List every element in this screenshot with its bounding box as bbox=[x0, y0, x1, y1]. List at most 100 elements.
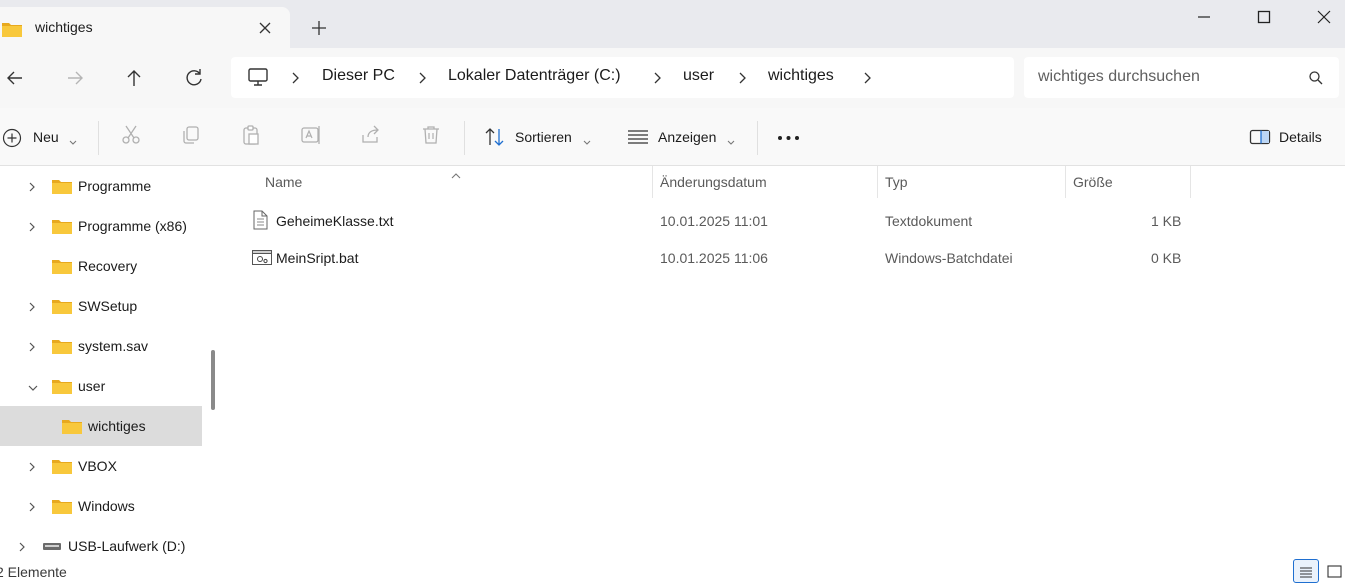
column-header-type[interactable]: Typ bbox=[885, 174, 908, 190]
breadcrumb-user[interactable]: user bbox=[683, 67, 714, 85]
refresh-icon[interactable] bbox=[182, 66, 206, 90]
folder-icon bbox=[62, 419, 82, 438]
nav-item-programme[interactable]: Programme bbox=[0, 166, 202, 206]
chevron-right-icon[interactable] bbox=[289, 71, 301, 88]
file-size: 1 KB bbox=[1151, 213, 1182, 229]
new-label: Neu bbox=[33, 129, 59, 145]
chevron-down-icon[interactable] bbox=[27, 380, 39, 396]
nav-item-programme-x86[interactable]: Programme (x86) bbox=[0, 206, 202, 246]
folder-icon bbox=[52, 379, 72, 398]
folder-icon bbox=[52, 459, 72, 478]
nav-item-wichtiges[interactable]: wichtiges bbox=[0, 406, 202, 446]
chevron-right-icon[interactable] bbox=[27, 180, 37, 196]
status-bar: 2 Elemente bbox=[0, 558, 1345, 583]
column-header-size[interactable]: Größe bbox=[1073, 174, 1113, 190]
file-date: 10.01.2025 11:01 bbox=[660, 213, 768, 229]
address-bar[interactable]: Dieser PC Lokaler Datenträger (C:) user … bbox=[231, 57, 1014, 98]
details-pane-button[interactable]: Details bbox=[1249, 123, 1329, 151]
nav-item-label: SWSetup bbox=[78, 298, 138, 314]
chevron-right-icon[interactable] bbox=[651, 71, 663, 88]
rename-icon[interactable] bbox=[299, 123, 323, 151]
chevron-right-icon[interactable] bbox=[27, 500, 37, 516]
nav-item-label: USB-Laufwerk (D:) bbox=[68, 538, 186, 554]
copy-icon[interactable] bbox=[179, 123, 203, 151]
column-divider[interactable] bbox=[652, 166, 653, 198]
folder-icon bbox=[52, 339, 72, 358]
separator bbox=[464, 121, 465, 155]
new-button[interactable]: Neu bbox=[0, 123, 85, 151]
tiles-view-icon[interactable] bbox=[1324, 559, 1344, 583]
tab-wichtiges[interactable]: wichtiges bbox=[0, 7, 290, 48]
column-header-name[interactable]: Name bbox=[265, 174, 302, 190]
chevron-right-icon[interactable] bbox=[17, 540, 27, 556]
back-arrow-icon[interactable] bbox=[3, 66, 27, 90]
paste-icon[interactable] bbox=[239, 123, 263, 151]
nav-item-vbox[interactable]: VBOX bbox=[0, 446, 202, 486]
forward-arrow-icon[interactable] bbox=[63, 66, 87, 90]
command-bar: Neu Sortieren Anzeigen Details bbox=[0, 108, 1345, 166]
nav-item-usb-laufwerk-d[interactable]: USB-Laufwerk (D:) bbox=[0, 526, 202, 558]
nav-item-system-sav[interactable]: system.sav bbox=[0, 326, 202, 366]
chevron-right-icon[interactable] bbox=[27, 460, 37, 476]
chevron-right-icon[interactable] bbox=[416, 71, 428, 88]
item-count: 2 Elemente bbox=[0, 564, 67, 580]
breadcrumb-wichtiges[interactable]: wichtiges bbox=[768, 67, 834, 85]
breadcrumb-dieser-pc[interactable]: Dieser PC bbox=[322, 67, 395, 85]
navigation-pane: Programme Programme (x86) Recovery SWSetup s… bbox=[0, 166, 222, 558]
chevron-right-icon[interactable] bbox=[736, 71, 748, 88]
up-arrow-icon[interactable] bbox=[122, 66, 146, 90]
file-row[interactable]: GeheimeKlasse.txt 10.01.2025 11:01 Textd… bbox=[247, 204, 1192, 240]
nav-item-recovery[interactable]: Recovery bbox=[0, 246, 202, 286]
cut-icon[interactable] bbox=[119, 123, 143, 151]
nav-item-label: Programme bbox=[78, 178, 152, 194]
nav-item-swsetup[interactable]: SWSetup bbox=[0, 286, 202, 326]
separator bbox=[98, 121, 99, 155]
sort-icon bbox=[483, 126, 507, 151]
separator bbox=[757, 121, 758, 155]
search-icon[interactable] bbox=[1308, 70, 1324, 89]
nav-item-label: user bbox=[78, 378, 106, 394]
nav-item-user[interactable]: user bbox=[0, 366, 202, 406]
folder-icon bbox=[52, 259, 72, 278]
file-row[interactable]: MeinSript.bat 10.01.2025 11:06 Windows-B… bbox=[247, 241, 1192, 277]
chevron-right-icon[interactable] bbox=[27, 220, 37, 236]
minimize-icon[interactable] bbox=[1181, 4, 1227, 28]
folder-icon bbox=[52, 299, 72, 318]
breadcrumb-lokaler-datentraeger[interactable]: Lokaler Datenträger (C:) bbox=[448, 67, 621, 85]
share-icon[interactable] bbox=[359, 123, 383, 151]
title-bar: wichtiges bbox=[0, 0, 1345, 48]
nav-item-windows[interactable]: Windows bbox=[0, 486, 202, 526]
plus-circle-icon bbox=[2, 128, 22, 151]
nav-item-label: VBOX bbox=[78, 458, 117, 474]
details-view-icon[interactable] bbox=[1293, 559, 1319, 583]
folder-icon bbox=[52, 179, 72, 198]
more-options-button[interactable] bbox=[776, 123, 802, 151]
chevron-right-icon[interactable] bbox=[861, 71, 873, 88]
column-divider[interactable] bbox=[877, 166, 878, 198]
nav-item-label: Recovery bbox=[78, 258, 138, 274]
plus-icon[interactable] bbox=[309, 18, 329, 38]
computer-icon[interactable] bbox=[247, 66, 269, 91]
chevron-right-icon[interactable] bbox=[27, 340, 37, 356]
column-divider[interactable] bbox=[1065, 166, 1066, 198]
nav-item-label: system.sav bbox=[78, 338, 149, 354]
nav-item-label: wichtiges bbox=[88, 418, 146, 434]
file-date: 10.01.2025 11:06 bbox=[660, 250, 768, 266]
view-label: Anzeigen bbox=[658, 129, 717, 145]
more-options-icon bbox=[776, 123, 802, 154]
nav-item-label: Windows bbox=[78, 498, 135, 514]
search-input[interactable]: wichtiges durchsuchen bbox=[1038, 68, 1200, 86]
sort-button[interactable]: Sortieren bbox=[483, 123, 595, 151]
close-icon[interactable] bbox=[255, 18, 275, 38]
delete-icon[interactable] bbox=[419, 123, 443, 151]
column-header-date[interactable]: Änderungsdatum bbox=[660, 174, 767, 190]
close-window-icon[interactable] bbox=[1301, 4, 1345, 28]
nav-scrollbar[interactable] bbox=[211, 350, 215, 410]
view-button[interactable]: Anzeigen bbox=[626, 123, 741, 151]
file-list: Name Änderungsdatum Typ Größe GeheimeKla… bbox=[222, 166, 1345, 558]
maximize-icon[interactable] bbox=[1241, 4, 1287, 28]
column-divider[interactable] bbox=[1190, 166, 1191, 198]
file-size: 0 KB bbox=[1151, 250, 1182, 266]
chevron-right-icon[interactable] bbox=[27, 300, 37, 316]
search-box[interactable]: wichtiges durchsuchen bbox=[1024, 57, 1339, 98]
